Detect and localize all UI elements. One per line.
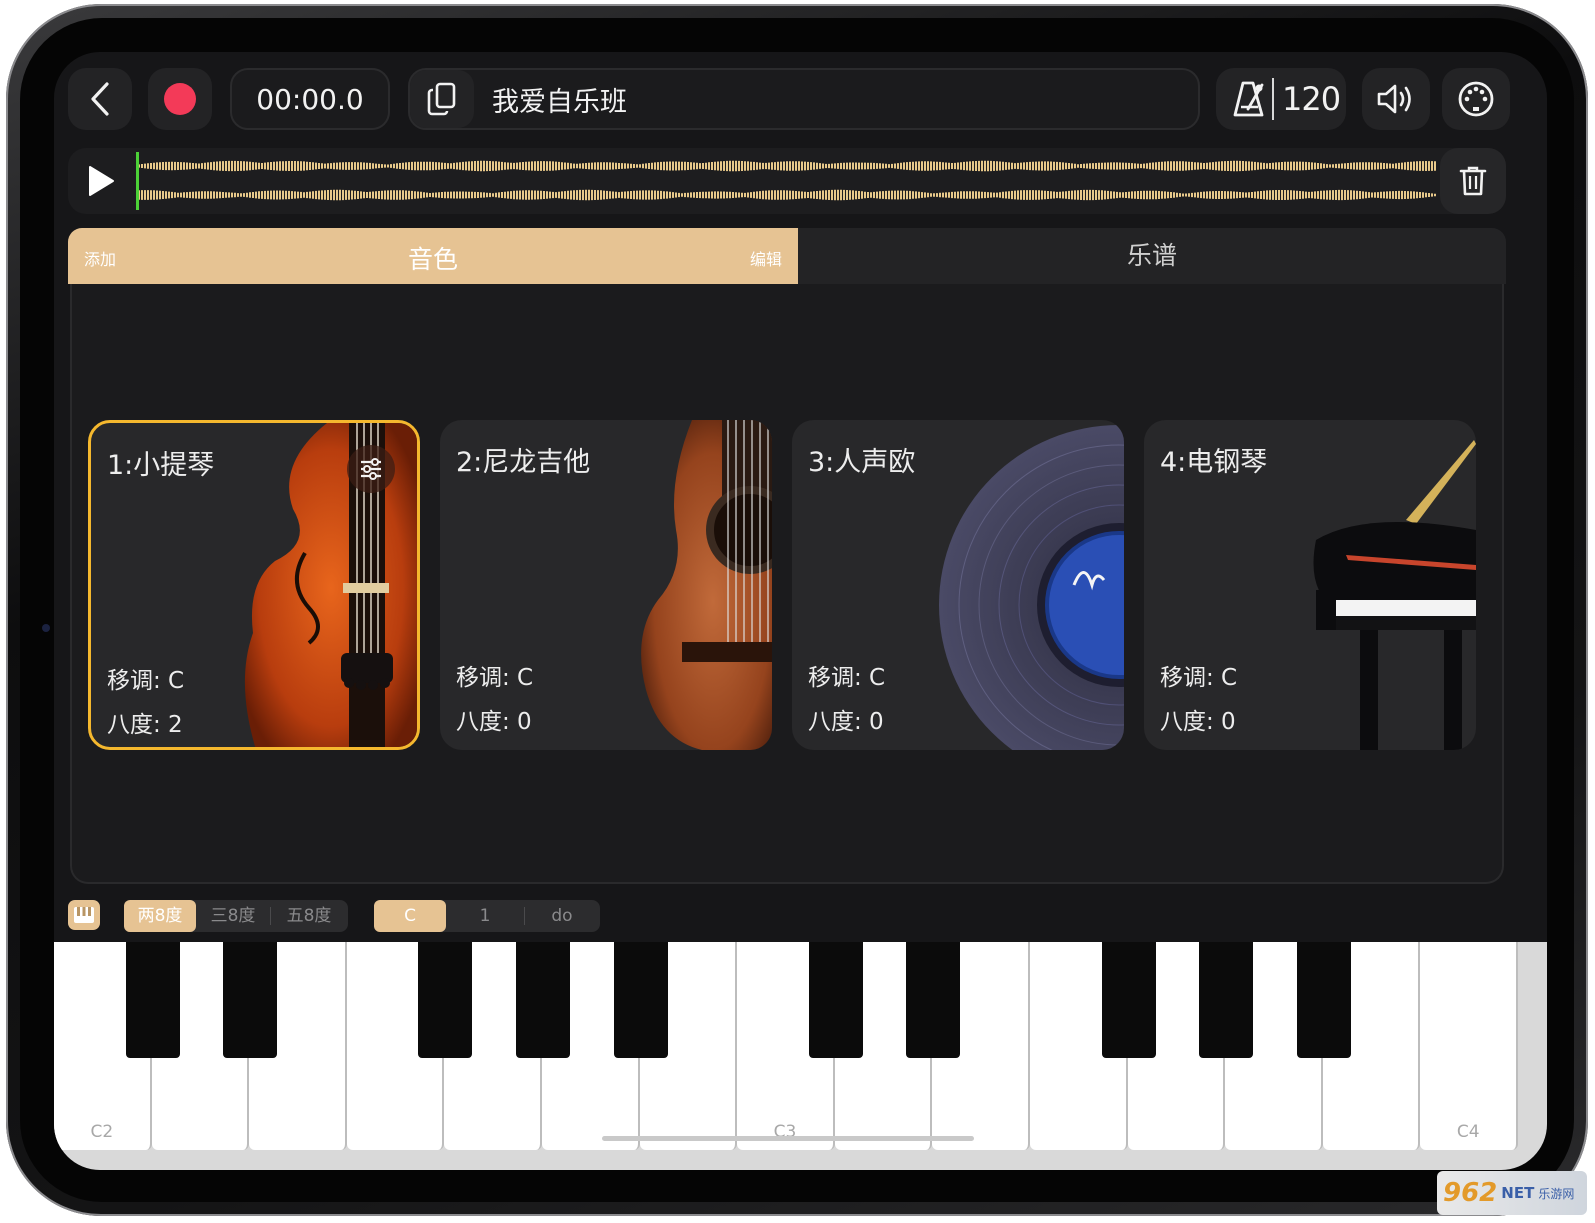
instrument-name: 1:小提琴 [107,450,215,481]
instrument-octave: 八度: 0 [456,709,532,735]
front-camera [42,624,50,632]
key-label: C2 [90,1122,114,1142]
project-title: 我爱自乐班 [492,86,627,118]
midi-connector-icon [1458,81,1494,117]
instrument-card-violin[interactable]: 1:小提琴 移调: C 八度: 2 [88,420,420,750]
range-option-two[interactable]: 两8度 [124,900,196,932]
notation-option-solfege[interactable]: do [525,900,599,932]
speaker-icon [1377,84,1411,114]
home-indicator [602,1136,974,1141]
instrument-name: 4:电钢琴 [1160,447,1268,478]
play-icon [89,166,114,196]
instrument-settings-button[interactable] [347,445,395,493]
black-key[interactable] [418,942,473,1058]
record-dot-icon [164,83,196,115]
octave-range-selector: 两8度 三8度 五8度 [124,900,348,932]
waveform-channel [136,160,1436,172]
tempo-divider [1272,78,1274,120]
record-button[interactable] [148,68,212,130]
instrument-octave: 八度: 2 [107,712,183,738]
notation-selector: C 1 do [374,900,600,932]
instrument-name: 2:尼龙吉他 [456,447,591,478]
black-key[interactable] [613,942,668,1058]
chevron-left-icon [91,82,109,116]
tab-tone-label: 音色 [407,245,458,274]
trash-icon [1459,166,1487,196]
black-key[interactable] [1296,942,1351,1058]
notation-option-number[interactable]: 1 [446,900,524,932]
tab-tone[interactable]: 添加 音色 编辑 [68,228,798,284]
app-screen: 00:00.0 我爱自乐班 120 添加 音色 编辑 乐谱 1:小提琴 移调: … [54,52,1547,1170]
back-button[interactable] [68,68,132,130]
tempo-value[interactable]: 120 [1282,80,1341,118]
edit-tone-link[interactable]: 编辑 [750,246,782,270]
black-key[interactable] [808,942,863,1058]
instrument-transpose: 移调: C [1160,665,1238,691]
waveform-channel [136,189,1436,201]
black-key[interactable] [516,942,570,1058]
instrument-transpose: 移调: C [808,665,886,691]
project-title-bar[interactable]: 我爱自乐班 [408,68,1200,130]
instrument-name: 3:人声欧 [808,447,916,478]
tab-bar: 添加 音色 编辑 乐谱 [68,228,1506,284]
waveform-track [68,148,1506,214]
play-button[interactable] [68,148,134,214]
black-key[interactable] [223,942,278,1058]
settings-button[interactable] [1442,68,1510,130]
instrument-card-vocal[interactable]: 3:人声欧 移调: C 八度: 0 [792,420,1124,750]
keyboard-toggle-button[interactable] [68,900,100,930]
black-key[interactable] [1199,942,1254,1058]
timer-display: 00:00.0 [230,68,390,130]
volume-button[interactable] [1362,68,1430,130]
black-key[interactable] [125,942,180,1058]
delete-button[interactable] [1440,148,1506,214]
black-key[interactable] [1101,942,1156,1058]
instrument-transpose: 移调: C [107,668,185,694]
instrument-transpose: 移调: C [456,665,534,691]
instrument-octave: 八度: 0 [808,709,884,735]
instrument-card-nylon-guitar[interactable]: 2:尼龙吉他 移调: C 八度: 0 [440,420,772,750]
sliders-icon [361,458,381,480]
key-label: C4 [1456,1122,1480,1142]
grand-piano-image [1313,440,1476,750]
guitar-image [641,420,772,750]
audio-waveform[interactable] [136,152,1446,210]
watermark-brand: 962 [1443,1178,1498,1208]
copy-icon [427,82,456,116]
instrument-card-electric-piano[interactable]: 4:电钢琴 移调: C 八度: 0 [1144,420,1476,750]
black-key[interactable] [906,942,961,1058]
keyboard-options-bar: 两8度 三8度 五8度 C 1 do [68,898,1518,934]
white-key[interactable]: C4 [1420,942,1518,1150]
site-watermark: 962 NET 乐游网 [1437,1171,1587,1215]
watermark-sub: 乐游网 [1538,1186,1575,1201]
notation-option-letter[interactable]: C [374,900,446,932]
metronome-icon [1233,81,1264,117]
vinyl-record-image [939,425,1124,750]
playhead[interactable] [136,152,139,210]
watermark-suffix: NET [1501,1184,1535,1202]
piano-keys-icon [74,907,94,923]
metronome-tempo-control[interactable]: 120 [1216,68,1346,130]
range-option-five[interactable]: 五8度 [271,900,347,932]
tab-score[interactable]: 乐谱 [798,228,1506,284]
copy-button[interactable] [410,70,474,128]
instrument-octave: 八度: 0 [1160,709,1236,735]
instrument-panel: 1:小提琴 移调: C 八度: 2 2:尼龙吉他 移调: C 八度: 0 3:人… [70,284,1504,884]
range-option-three[interactable]: 三8度 [196,900,270,932]
